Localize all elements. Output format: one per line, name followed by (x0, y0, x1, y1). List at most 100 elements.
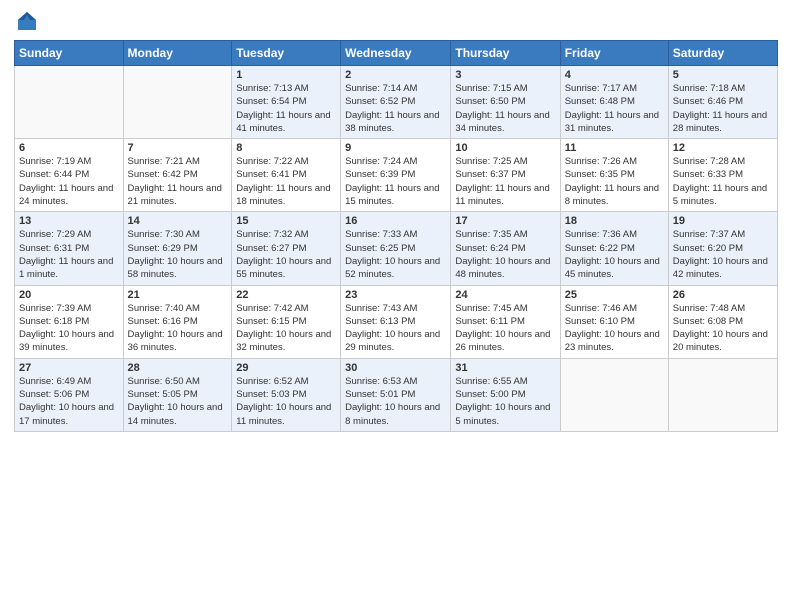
day-number: 13 (19, 215, 119, 227)
day-cell (560, 358, 668, 431)
page: SundayMondayTuesdayWednesdayThursdayFrid… (0, 0, 792, 612)
day-info: Sunrise: 7:33 AMSunset: 6:25 PMDaylight:… (345, 228, 446, 281)
day-number: 23 (345, 289, 446, 301)
day-cell: 28Sunrise: 6:50 AMSunset: 5:05 PMDayligh… (123, 358, 232, 431)
day-cell: 27Sunrise: 6:49 AMSunset: 5:06 PMDayligh… (15, 358, 124, 431)
day-cell (123, 66, 232, 139)
day-number: 2 (345, 69, 446, 81)
day-cell: 21Sunrise: 7:40 AMSunset: 6:16 PMDayligh… (123, 285, 232, 358)
day-number: 31 (455, 362, 555, 374)
day-cell: 10Sunrise: 7:25 AMSunset: 6:37 PMDayligh… (451, 139, 560, 212)
day-cell: 17Sunrise: 7:35 AMSunset: 6:24 PMDayligh… (451, 212, 560, 285)
day-info: Sunrise: 7:48 AMSunset: 6:08 PMDaylight:… (673, 302, 773, 355)
day-number: 20 (19, 289, 119, 301)
day-info: Sunrise: 7:42 AMSunset: 6:15 PMDaylight:… (236, 302, 336, 355)
week-row-1: 1Sunrise: 7:13 AMSunset: 6:54 PMDaylight… (15, 66, 778, 139)
day-number: 1 (236, 69, 336, 81)
day-cell: 9Sunrise: 7:24 AMSunset: 6:39 PMDaylight… (341, 139, 451, 212)
day-number: 24 (455, 289, 555, 301)
day-cell: 1Sunrise: 7:13 AMSunset: 6:54 PMDaylight… (232, 66, 341, 139)
day-info: Sunrise: 7:24 AMSunset: 6:39 PMDaylight:… (345, 155, 446, 208)
day-number: 15 (236, 215, 336, 227)
day-cell: 2Sunrise: 7:14 AMSunset: 6:52 PMDaylight… (341, 66, 451, 139)
day-info: Sunrise: 7:35 AMSunset: 6:24 PMDaylight:… (455, 228, 555, 281)
day-cell: 30Sunrise: 6:53 AMSunset: 5:01 PMDayligh… (341, 358, 451, 431)
day-number: 10 (455, 142, 555, 154)
weekday-tuesday: Tuesday (232, 41, 341, 66)
day-info: Sunrise: 6:53 AMSunset: 5:01 PMDaylight:… (345, 375, 446, 428)
day-number: 3 (455, 69, 555, 81)
day-info: Sunrise: 7:46 AMSunset: 6:10 PMDaylight:… (565, 302, 664, 355)
day-number: 16 (345, 215, 446, 227)
day-number: 22 (236, 289, 336, 301)
day-info: Sunrise: 7:37 AMSunset: 6:20 PMDaylight:… (673, 228, 773, 281)
day-number: 27 (19, 362, 119, 374)
day-cell: 31Sunrise: 6:55 AMSunset: 5:00 PMDayligh… (451, 358, 560, 431)
day-info: Sunrise: 7:39 AMSunset: 6:18 PMDaylight:… (19, 302, 119, 355)
day-info: Sunrise: 7:29 AMSunset: 6:31 PMDaylight:… (19, 228, 119, 281)
day-cell: 3Sunrise: 7:15 AMSunset: 6:50 PMDaylight… (451, 66, 560, 139)
day-cell: 24Sunrise: 7:45 AMSunset: 6:11 PMDayligh… (451, 285, 560, 358)
day-info: Sunrise: 7:30 AMSunset: 6:29 PMDaylight:… (128, 228, 228, 281)
week-row-4: 20Sunrise: 7:39 AMSunset: 6:18 PMDayligh… (15, 285, 778, 358)
day-info: Sunrise: 7:32 AMSunset: 6:27 PMDaylight:… (236, 228, 336, 281)
day-number: 14 (128, 215, 228, 227)
day-number: 30 (345, 362, 446, 374)
day-cell (668, 358, 777, 431)
day-number: 6 (19, 142, 119, 154)
day-cell: 26Sunrise: 7:48 AMSunset: 6:08 PMDayligh… (668, 285, 777, 358)
day-info: Sunrise: 7:43 AMSunset: 6:13 PMDaylight:… (345, 302, 446, 355)
day-number: 17 (455, 215, 555, 227)
day-number: 28 (128, 362, 228, 374)
day-number: 8 (236, 142, 336, 154)
day-number: 26 (673, 289, 773, 301)
day-info: Sunrise: 7:40 AMSunset: 6:16 PMDaylight:… (128, 302, 228, 355)
day-info: Sunrise: 7:18 AMSunset: 6:46 PMDaylight:… (673, 82, 773, 135)
day-info: Sunrise: 7:45 AMSunset: 6:11 PMDaylight:… (455, 302, 555, 355)
calendar-table: SundayMondayTuesdayWednesdayThursdayFrid… (14, 40, 778, 432)
day-info: Sunrise: 6:55 AMSunset: 5:00 PMDaylight:… (455, 375, 555, 428)
day-cell: 16Sunrise: 7:33 AMSunset: 6:25 PMDayligh… (341, 212, 451, 285)
day-cell: 12Sunrise: 7:28 AMSunset: 6:33 PMDayligh… (668, 139, 777, 212)
day-info: Sunrise: 6:49 AMSunset: 5:06 PMDaylight:… (19, 375, 119, 428)
header (14, 10, 778, 32)
day-cell: 22Sunrise: 7:42 AMSunset: 6:15 PMDayligh… (232, 285, 341, 358)
day-cell (15, 66, 124, 139)
day-info: Sunrise: 7:26 AMSunset: 6:35 PMDaylight:… (565, 155, 664, 208)
day-cell: 18Sunrise: 7:36 AMSunset: 6:22 PMDayligh… (560, 212, 668, 285)
day-info: Sunrise: 7:28 AMSunset: 6:33 PMDaylight:… (673, 155, 773, 208)
weekday-saturday: Saturday (668, 41, 777, 66)
day-info: Sunrise: 6:52 AMSunset: 5:03 PMDaylight:… (236, 375, 336, 428)
day-info: Sunrise: 7:14 AMSunset: 6:52 PMDaylight:… (345, 82, 446, 135)
day-number: 21 (128, 289, 228, 301)
day-cell: 13Sunrise: 7:29 AMSunset: 6:31 PMDayligh… (15, 212, 124, 285)
day-number: 7 (128, 142, 228, 154)
logo (14, 10, 38, 32)
day-number: 18 (565, 215, 664, 227)
weekday-thursday: Thursday (451, 41, 560, 66)
day-info: Sunrise: 7:21 AMSunset: 6:42 PMDaylight:… (128, 155, 228, 208)
weekday-header-row: SundayMondayTuesdayWednesdayThursdayFrid… (15, 41, 778, 66)
day-number: 11 (565, 142, 664, 154)
day-cell: 19Sunrise: 7:37 AMSunset: 6:20 PMDayligh… (668, 212, 777, 285)
day-info: Sunrise: 6:50 AMSunset: 5:05 PMDaylight:… (128, 375, 228, 428)
weekday-friday: Friday (560, 41, 668, 66)
day-cell: 7Sunrise: 7:21 AMSunset: 6:42 PMDaylight… (123, 139, 232, 212)
week-row-2: 6Sunrise: 7:19 AMSunset: 6:44 PMDaylight… (15, 139, 778, 212)
day-cell: 5Sunrise: 7:18 AMSunset: 6:46 PMDaylight… (668, 66, 777, 139)
day-info: Sunrise: 7:13 AMSunset: 6:54 PMDaylight:… (236, 82, 336, 135)
day-cell: 6Sunrise: 7:19 AMSunset: 6:44 PMDaylight… (15, 139, 124, 212)
day-cell: 29Sunrise: 6:52 AMSunset: 5:03 PMDayligh… (232, 358, 341, 431)
day-cell: 4Sunrise: 7:17 AMSunset: 6:48 PMDaylight… (560, 66, 668, 139)
day-number: 29 (236, 362, 336, 374)
day-info: Sunrise: 7:36 AMSunset: 6:22 PMDaylight:… (565, 228, 664, 281)
weekday-sunday: Sunday (15, 41, 124, 66)
weekday-monday: Monday (123, 41, 232, 66)
day-cell: 20Sunrise: 7:39 AMSunset: 6:18 PMDayligh… (15, 285, 124, 358)
day-info: Sunrise: 7:17 AMSunset: 6:48 PMDaylight:… (565, 82, 664, 135)
day-number: 12 (673, 142, 773, 154)
day-info: Sunrise: 7:19 AMSunset: 6:44 PMDaylight:… (19, 155, 119, 208)
weekday-wednesday: Wednesday (341, 41, 451, 66)
day-cell: 14Sunrise: 7:30 AMSunset: 6:29 PMDayligh… (123, 212, 232, 285)
day-cell: 15Sunrise: 7:32 AMSunset: 6:27 PMDayligh… (232, 212, 341, 285)
